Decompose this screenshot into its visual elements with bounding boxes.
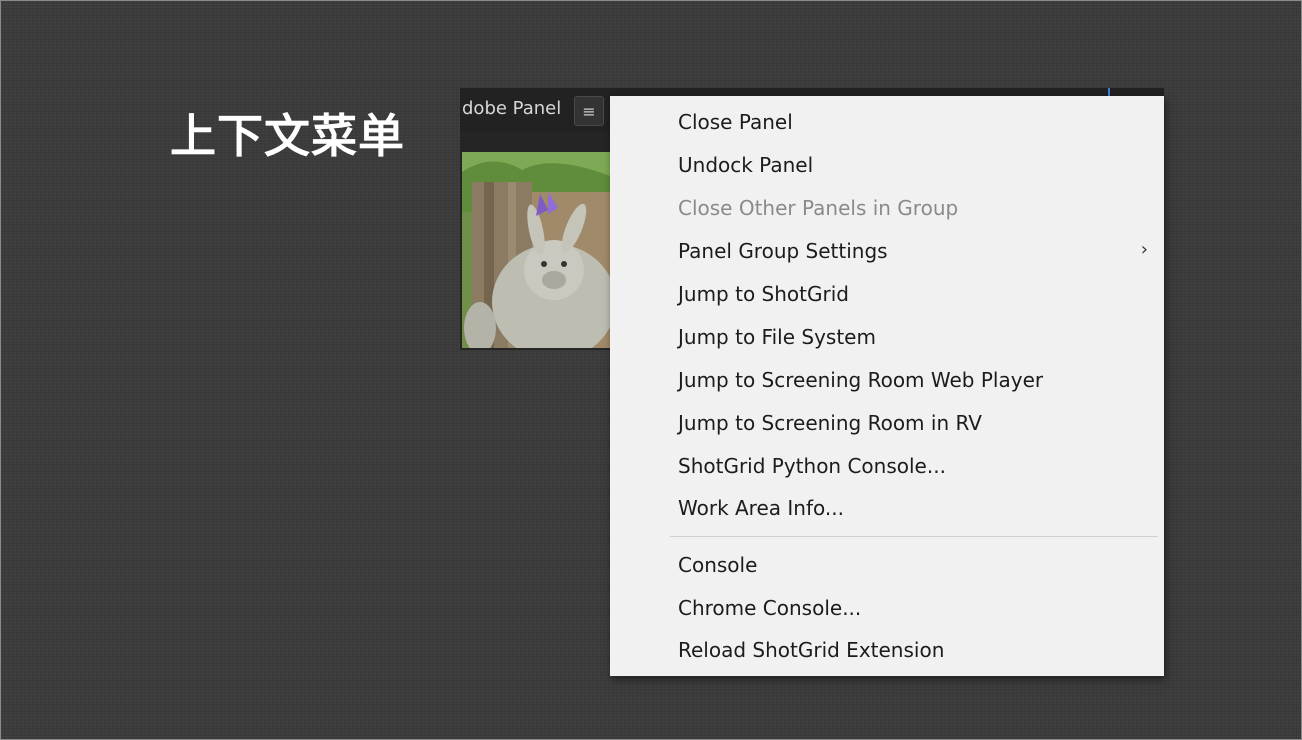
slide-title: 上下文菜单 — [170, 109, 405, 163]
menu-item-console[interactable]: Console — [678, 553, 757, 577]
menu-item-jump-to-screening-room-web[interactable]: Jump to Screening Room Web Player — [678, 368, 1043, 392]
thumbnail-image — [462, 152, 610, 348]
panel-menu-button[interactable]: ≡ — [574, 96, 604, 126]
menu-item-close-panel[interactable]: Close Panel — [678, 110, 793, 134]
menu-item-close-other-panels: Close Other Panels in Group — [678, 196, 959, 220]
menu-item-reload-extension[interactable]: Reload ShotGrid Extension — [678, 638, 944, 662]
menu-item-work-area-info[interactable]: Work Area Info... — [678, 496, 844, 520]
menu-item-jump-to-file-system[interactable]: Jump to File System — [678, 325, 876, 349]
menu-item-undock-panel[interactable]: Undock Panel — [678, 153, 813, 177]
menu-item-jump-to-shotgrid[interactable]: Jump to ShotGrid — [678, 282, 849, 306]
menu-item-panel-group-settings[interactable]: Panel Group Settings › — [678, 239, 1148, 263]
menu-item-chrome-console[interactable]: Chrome Console... — [678, 596, 861, 620]
hamburger-menu-icon: ≡ — [582, 101, 596, 121]
menu-item-jump-to-screening-room-rv[interactable]: Jump to Screening Room in RV — [678, 411, 982, 435]
context-menu: Close Panel Undock Panel Close Other Pan… — [610, 96, 1164, 676]
panel-tab-label[interactable]: dobe Panel — [462, 98, 561, 119]
bunny-thumbnail-icon — [462, 152, 610, 348]
menu-separator — [670, 536, 1158, 537]
chevron-right-icon: › — [1140, 239, 1148, 260]
menu-item-label: Panel Group Settings — [678, 239, 888, 263]
menu-item-python-console[interactable]: ShotGrid Python Console... — [678, 454, 946, 478]
